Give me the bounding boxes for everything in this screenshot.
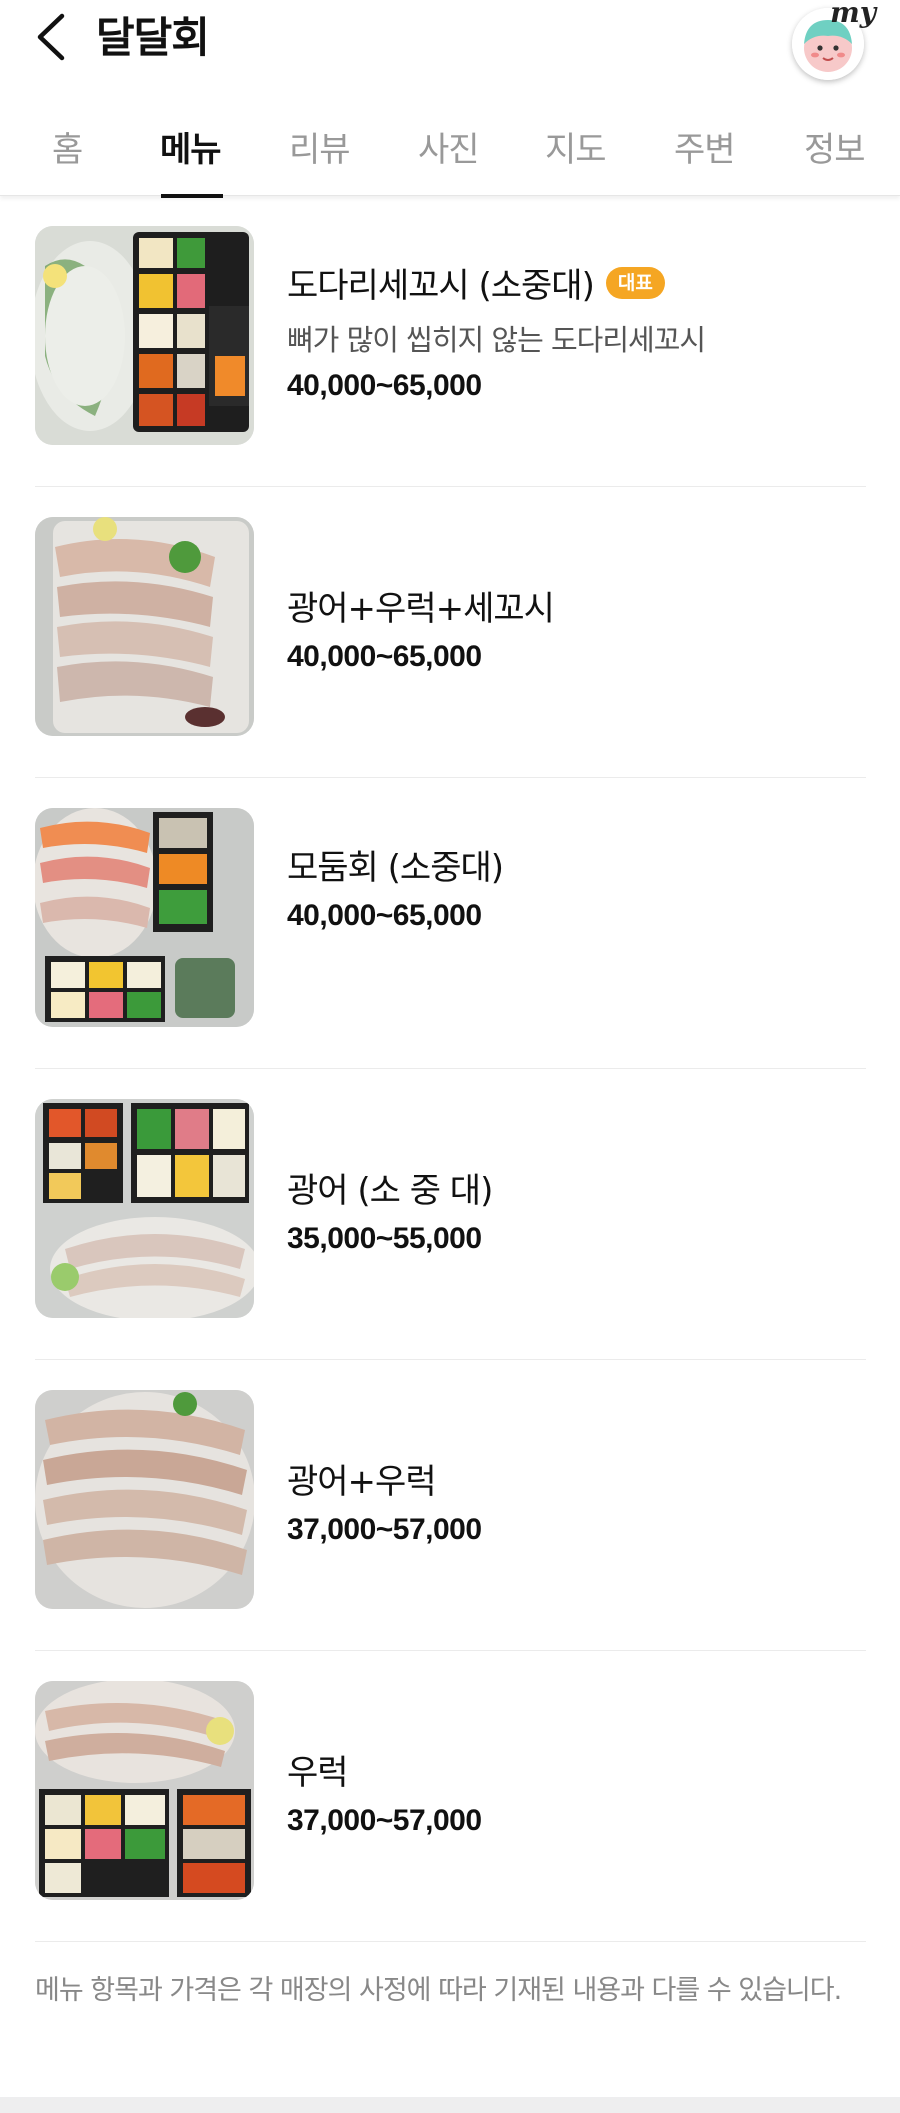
menu-item-photo	[35, 808, 254, 1027]
menu-item[interactable]: 광어+우럭+세꼬시 40,000~65,000	[35, 487, 866, 778]
back-button[interactable]	[26, 12, 76, 62]
menu-item-photo	[35, 1099, 254, 1318]
menu-item-photo	[35, 517, 254, 736]
menu-item[interactable]: 우럭 37,000~57,000	[35, 1651, 866, 1942]
menu-item-info: 광어+우럭+세꼬시 40,000~65,000	[287, 581, 857, 674]
tab-nearby[interactable]: 주변	[674, 122, 736, 171]
top-header: 달달회 my	[0, 0, 900, 82]
menu-notice: 메뉴 항목과 가격은 각 매장의 사정에 따라 기재된 내용과 다를 수 있습니…	[35, 1975, 842, 2006]
menu-item-price: 40,000~65,000	[287, 369, 482, 402]
tab-info[interactable]: 정보	[804, 122, 866, 171]
menu-item-name: 도다리세꼬시 (소중대)	[287, 266, 595, 306]
page-title: 달달회	[96, 13, 210, 62]
menu-item-photo	[35, 226, 254, 445]
menu-item-name: 모둠회 (소중대)	[287, 848, 504, 888]
menu-item-price: 40,000~65,000	[287, 899, 482, 932]
chevron-left-icon	[37, 13, 65, 61]
tab-menu[interactable]: 메뉴	[160, 122, 222, 171]
tab-map[interactable]: 지도	[545, 122, 607, 171]
bottom-spacer	[0, 2097, 900, 2113]
divider	[35, 1941, 866, 1942]
menu-item-info: 광어 (소 중 대) 35,000~55,000	[287, 1163, 857, 1256]
tab-home[interactable]: 홈	[52, 122, 83, 171]
menu-item-price: 35,000~55,000	[287, 1222, 482, 1255]
menu-item-price: 37,000~57,000	[287, 1804, 482, 1837]
menu-item[interactable]: 모둠회 (소중대) 40,000~65,000	[35, 778, 866, 1069]
menu-item-description: 뼈가 많이 씹히지 않는 도다리세꼬시	[287, 323, 706, 357]
menu-item-name: 광어+우럭	[287, 1462, 437, 1502]
tab-photos[interactable]: 사진	[418, 122, 480, 171]
my-label: my	[830, 0, 876, 29]
menu-item-photo	[35, 1681, 254, 1900]
menu-item-info: 모둠회 (소중대) 40,000~65,000	[287, 840, 857, 933]
menu-item-photo	[35, 1390, 254, 1609]
menu-item-info: 광어+우럭 37,000~57,000	[287, 1454, 857, 1547]
menu-item-name: 광어 (소 중 대)	[287, 1171, 493, 1211]
menu-item[interactable]: 도다리세꼬시 (소중대) 대표 뼈가 많이 씹히지 않는 도다리세꼬시 40,0…	[35, 196, 866, 487]
menu-item-info: 우럭 37,000~57,000	[287, 1745, 857, 1838]
menu-item-price: 37,000~57,000	[287, 1513, 482, 1546]
representative-badge: 대표	[605, 266, 665, 299]
tab-bar: 홈 메뉴 리뷰 사진 지도 주변 정보	[0, 102, 900, 198]
menu-item[interactable]: 광어+우럭 37,000~57,000	[35, 1360, 866, 1651]
menu-item-name: 우럭	[287, 1753, 349, 1793]
menu-item-name: 광어+우럭+세꼬시	[287, 589, 555, 629]
menu-item[interactable]: 광어 (소 중 대) 35,000~55,000	[35, 1069, 866, 1360]
menu-item-price: 40,000~65,000	[287, 640, 482, 673]
menu-item-info: 도다리세꼬시 (소중대) 대표 뼈가 많이 씹히지 않는 도다리세꼬시 40,0…	[287, 258, 857, 403]
tab-reviews[interactable]: 리뷰	[289, 122, 351, 171]
my-profile-button[interactable]: my	[790, 0, 876, 82]
